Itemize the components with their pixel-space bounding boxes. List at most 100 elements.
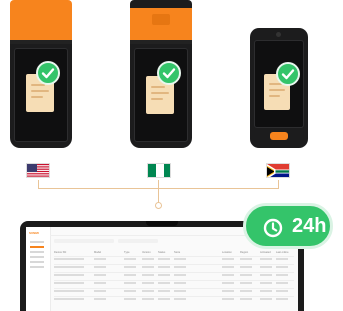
table-header: Type: [124, 251, 130, 254]
table-cell: [222, 266, 234, 268]
table-cell: [142, 274, 154, 276]
table-cell: [124, 274, 136, 276]
table-cell: [124, 290, 136, 292]
table-cell: [222, 258, 234, 260]
table-cell: [142, 290, 154, 292]
table-cell: [260, 298, 272, 300]
camera-icon: [276, 32, 281, 37]
table-row[interactable]: [54, 296, 294, 297]
terminal-1: [10, 0, 72, 148]
table-header: Location: [222, 251, 232, 254]
table-cell: [260, 274, 272, 276]
table-cell: [142, 266, 154, 268]
south-africa-flag: [266, 163, 290, 178]
table-row[interactable]: [54, 256, 294, 257]
table-cell: [158, 298, 170, 300]
sidebar-item[interactable]: [30, 261, 44, 263]
scan-button: [270, 132, 288, 140]
table-header: Store: [174, 251, 180, 254]
sidebar-item-active[interactable]: [30, 246, 44, 248]
table-cell: [276, 274, 288, 276]
terminal-3: [250, 28, 308, 148]
table-cell: [54, 290, 84, 292]
card-reader-icon: [152, 14, 170, 25]
table-row[interactable]: [54, 280, 294, 281]
table-cell: [142, 298, 154, 300]
table-cell: [276, 266, 288, 268]
table-cell: [260, 258, 272, 260]
badge-label: 24h: [292, 215, 326, 238]
table-cell: [276, 298, 288, 300]
table-cell: [124, 282, 136, 284]
table-cell: [174, 298, 186, 300]
table-cell: [174, 266, 186, 268]
table-cell: [158, 290, 170, 292]
table-header: Activated: [260, 251, 271, 254]
sidebar-item[interactable]: [30, 256, 44, 258]
table-cell: [54, 266, 84, 268]
sidebar-item[interactable]: [30, 241, 44, 243]
check-icon: [36, 61, 60, 85]
printer-top: [10, 0, 72, 40]
table-cell: [174, 258, 186, 260]
connector-line: [278, 180, 279, 189]
table-cell: [94, 258, 106, 260]
table-cell: [158, 282, 170, 284]
table-cell: [276, 282, 288, 284]
united-states-flag: [26, 163, 50, 178]
table-cell: [142, 282, 154, 284]
table-cell: [222, 274, 234, 276]
connector-node: [155, 202, 162, 209]
table-row[interactable]: [54, 272, 294, 273]
table-cell: [142, 258, 154, 260]
table-cell: [240, 266, 252, 268]
table-cell: [174, 282, 186, 284]
sidebar: SUNMI: [26, 227, 51, 311]
table-cell: [276, 258, 288, 260]
table-cell: [54, 274, 84, 276]
table-cell: [222, 282, 234, 284]
logo: SUNMI: [29, 231, 39, 235]
table-cell: [276, 290, 288, 292]
table-header: Last online: [276, 251, 289, 254]
table-cell: [158, 274, 170, 276]
table-row[interactable]: [54, 288, 294, 289]
table-cell: [124, 266, 136, 268]
table-cell: [158, 266, 170, 268]
table-cell: [54, 298, 84, 300]
table-cell: [260, 290, 272, 292]
check-icon: [276, 62, 300, 86]
table-cell: [94, 298, 106, 300]
table-cell: [240, 290, 252, 292]
nigeria-flag: [147, 163, 171, 178]
table-header: Status: [158, 251, 165, 254]
sidebar-item[interactable]: [30, 266, 44, 268]
table-row[interactable]: [54, 264, 294, 265]
table-cell: [260, 282, 272, 284]
search-input[interactable]: [118, 239, 158, 243]
table-cell: [158, 258, 170, 260]
table-cell: [222, 290, 234, 292]
24h-badge: 24h: [243, 203, 333, 249]
check-icon: [157, 61, 181, 85]
filter-bar: [54, 239, 114, 243]
table-header: Model: [94, 251, 101, 254]
table-header: Device SN: [54, 251, 66, 254]
table-cell: [94, 282, 106, 284]
table-cell: [240, 258, 252, 260]
sidebar-item[interactable]: [30, 251, 44, 253]
table-cell: [240, 298, 252, 300]
clock-icon: [263, 218, 283, 238]
terminal-2: [130, 0, 192, 148]
table-cell: [174, 274, 186, 276]
camera-notch: [146, 221, 178, 226]
table-cell: [174, 290, 186, 292]
table-cell: [124, 258, 136, 260]
table-cell: [240, 282, 252, 284]
table-header: Region: [240, 251, 248, 254]
table-cell: [94, 274, 106, 276]
table-cell: [240, 274, 252, 276]
table-header: Version: [142, 251, 151, 254]
table-cell: [124, 298, 136, 300]
table-cell: [54, 282, 84, 284]
